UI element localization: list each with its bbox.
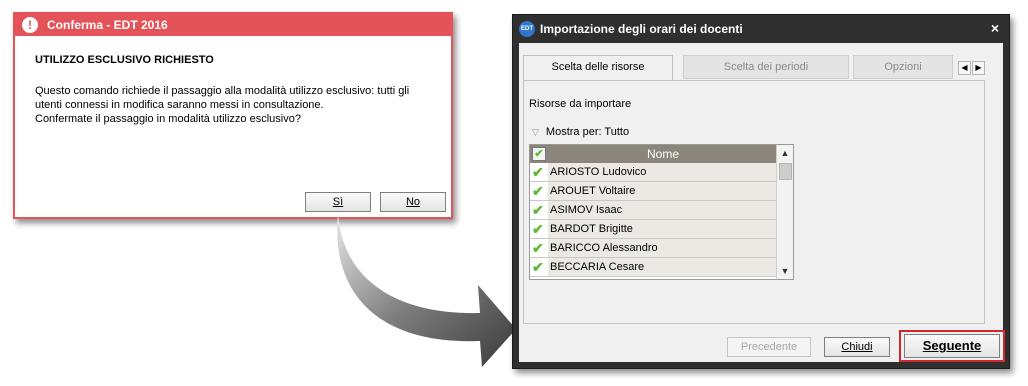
confirm-message: Questo comando richiede il passaggio all… [35, 84, 435, 126]
previous-button[interactable]: Precedente [727, 337, 811, 357]
next-button-label: Seguente [922, 338, 982, 353]
scroll-thumb[interactable] [779, 163, 792, 180]
resources-label: Risorse da importare [529, 98, 632, 110]
import-body: Scelta delle risorse Scelta dei periodi … [519, 43, 1005, 362]
tab-resources[interactable]: Scelta delle risorse [523, 55, 673, 81]
check-icon[interactable]: ✔ [532, 203, 546, 217]
row-name: ARIOSTO Ludovico [548, 163, 776, 181]
tab-scroll-right-icon[interactable]: ▶ [972, 61, 985, 75]
row-name: BECCARIA Cesare [548, 258, 776, 276]
check-icon[interactable]: ✔ [532, 165, 546, 179]
confirm-message-line: utenti connessi in modifica saranno mess… [35, 99, 324, 111]
scroll-down-icon[interactable]: ▼ [777, 263, 793, 279]
row-name: ASIMOV Isaac [548, 201, 776, 219]
table-row[interactable]: ✔ ARIOSTO Ludovico [530, 163, 776, 182]
next-button[interactable]: Seguente [904, 334, 1000, 358]
filter-triangle-icon: ▽ [532, 127, 539, 137]
warning-icon: ! [22, 17, 38, 33]
tab-scroll-left-icon[interactable]: ◀ [958, 61, 971, 75]
column-header-name[interactable]: Nome [550, 145, 776, 163]
resource-list[interactable]: ✔ Nome ✔ ARIOSTO Ludovico ✔ AROUET Volta… [529, 144, 794, 280]
show-for-label: Mostra per: Tutto [545, 126, 630, 138]
confirm-title: Conferma - EDT 2016 [47, 18, 168, 32]
check-icon[interactable]: ✔ [532, 241, 546, 255]
confirm-message-line: Questo comando richiede il passaggio all… [35, 85, 410, 97]
confirm-titlebar: ! Conferma - EDT 2016 [15, 14, 451, 36]
scroll-up-icon[interactable]: ▲ [777, 145, 793, 161]
resources-panel: Risorse da importare ▽ Mostra per: Tutto … [523, 80, 985, 324]
check-icon[interactable]: ✔ [532, 184, 546, 198]
table-row[interactable]: ✔ BARICCO Alessandro [530, 239, 776, 258]
close-button-label: Chiudi [841, 341, 873, 353]
show-for-filter[interactable]: ▽ Mostra per: Tutto [532, 126, 629, 138]
flow-arrow-icon [337, 213, 516, 367]
row-name: AROUET Voltaire [548, 182, 776, 200]
confirm-message-line: Confermate il passaggio in modalità util… [35, 113, 301, 125]
import-title: Importazione degli orari dei docenti [540, 22, 743, 36]
close-button[interactable]: Chiudi [824, 337, 890, 357]
close-icon[interactable]: × [991, 20, 999, 36]
check-icon[interactable]: ✔ [532, 222, 546, 236]
check-icon[interactable]: ✔ [532, 260, 546, 274]
list-scrollbar[interactable]: ▲ ▼ [776, 145, 793, 279]
row-name: BARDOT Brigitte [548, 220, 776, 238]
tab-options[interactable]: Opzioni [853, 55, 953, 79]
table-row[interactable]: ✔ BARDOT Brigitte [530, 220, 776, 239]
table-row[interactable]: ✔ ASIMOV Isaac [530, 201, 776, 220]
row-name: BARICCO Alessandro [548, 239, 776, 257]
table-row[interactable]: ✔ BECCARIA Cesare [530, 258, 776, 277]
confirm-dialog: ! Conferma - EDT 2016 UTILIZZO ESCLUSIVO… [13, 12, 453, 219]
import-window: EDT Importazione degli orari dei docenti… [512, 14, 1010, 369]
edt-logo-icon: EDT [519, 21, 535, 37]
import-titlebar: EDT Importazione degli orari dei docenti… [513, 15, 1009, 43]
select-all-checkbox[interactable]: ✔ [532, 147, 546, 161]
list-header: ✔ Nome [530, 145, 776, 163]
tab-periods[interactable]: Scelta dei periodi [683, 55, 849, 79]
table-row[interactable]: ✔ AROUET Voltaire [530, 182, 776, 201]
confirm-heading: UTILIZZO ESCLUSIVO RICHIESTO [35, 54, 214, 66]
